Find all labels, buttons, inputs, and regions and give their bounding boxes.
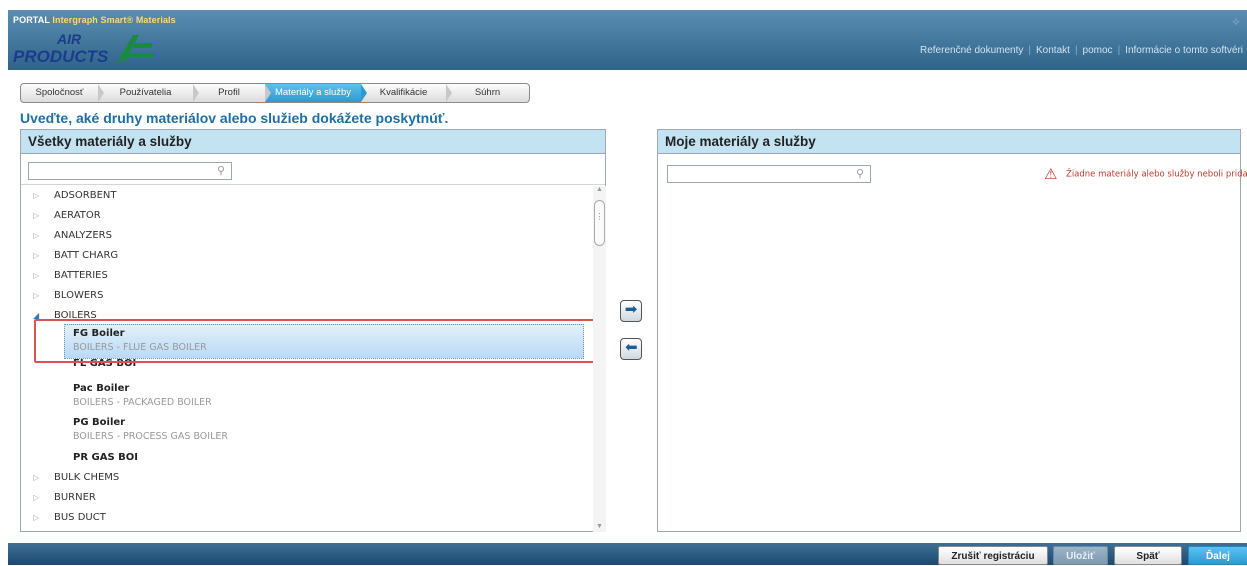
save-button[interactable]: Uložiť [1053, 546, 1108, 565]
cancel-registration-button[interactable]: Zrušiť registráciu [938, 546, 1048, 565]
all-materials-title: Všetky materiály a služby [21, 130, 605, 154]
step-summary[interactable]: Súhrn [446, 84, 529, 102]
wizard-steps: Spoločnosť Používatelia Profil Materiály… [20, 83, 530, 103]
link-about[interactable]: Informácie o tomto softvéri [1125, 45, 1243, 56]
scroll-thumb[interactable]: ⋮ [594, 200, 605, 246]
top-links: Referenčné dokumenty | Kontakt | pomoc | Infor… [920, 45, 1243, 56]
warning-icon: ⚠ [1044, 165, 1058, 183]
scroll-up-icon[interactable]: ▲ [596, 186, 603, 193]
list-item-pg-boiler[interactable]: PG Boiler BOILERS - PROCESS GAS BOILER [73, 416, 228, 443]
portal-label: PORTAL [13, 15, 50, 25]
link-help[interactable]: pomoc [1083, 45, 1113, 56]
settings-icon[interactable]: ✧ [1231, 15, 1245, 29]
selection-highlight-box [34, 319, 600, 363]
expand-icon[interactable]: ▷ [33, 266, 39, 286]
link-contact[interactable]: Kontakt [1036, 45, 1070, 56]
step-company[interactable]: Spoločnosť [21, 84, 104, 102]
arrow-right-icon: ➡ [624, 301, 638, 318]
expand-icon[interactable]: ▷ [33, 206, 39, 226]
step-materials-services[interactable]: Materiály a služby [265, 84, 367, 102]
empty-warning: ⚠ Žiadne materiály alebo služby neboli pr… [1044, 165, 1247, 183]
step-profile[interactable]: Profil [193, 84, 271, 102]
product-name: Intergraph Smart® Materials [52, 15, 176, 25]
my-materials-title: Moje materiály a služby [658, 130, 1240, 154]
my-materials-panel: Moje materiály a služby ⚲ ⚠ Žiadne materi… [657, 129, 1247, 532]
all-materials-search-input[interactable]: ⚲ [28, 162, 232, 180]
expand-icon[interactable]: ▷ [33, 186, 39, 206]
instruction-heading: Uveďte, aké druhy materiálov alebo služi… [20, 110, 449, 126]
arrow-left-icon: ➡ [624, 339, 638, 356]
scroll-down-icon[interactable]: ▼ [596, 523, 603, 530]
footer-bar: Zrušiť registráciu Uložiť Späť Ďalej [8, 543, 1247, 565]
list-item-pac-boiler[interactable]: Pac Boiler BOILERS - PACKAGED BOILER [73, 382, 212, 409]
step-qualifications[interactable]: Kvalifikácie [361, 84, 452, 102]
search-icon[interactable]: ⚲ [217, 164, 225, 177]
empty-warning-text: Žiadne materiály alebo služby neboli pri… [1066, 169, 1247, 180]
expand-icon[interactable]: ▷ [33, 286, 39, 306]
expand-icon[interactable]: ▷ [33, 226, 39, 246]
all-materials-panel: Všetky materiály a služby ⚲ ▷ ADSORBENT ▷… [20, 129, 606, 532]
tree-scrollbar[interactable]: ▲ ⋮ ▼ [593, 186, 606, 532]
step-users[interactable]: Používatelia [98, 84, 199, 102]
list-item-pr-gas-boi[interactable]: PR GAS BOI [73, 451, 138, 465]
app-header: PORTAL Intergraph Smart® Materials AIR P… [8, 10, 1247, 70]
expand-icon[interactable]: ▷ [33, 508, 39, 528]
portal-title: PORTAL Intergraph Smart® Materials [13, 15, 176, 25]
svg-text:PRODUCTS: PRODUCTS [13, 47, 109, 65]
my-materials-search-input[interactable]: ⚲ [667, 165, 871, 183]
svg-text:AIR: AIR [56, 31, 82, 47]
expand-icon[interactable]: ▷ [33, 246, 39, 266]
air-products-logo: AIR PRODUCTS [13, 31, 155, 65]
back-button[interactable]: Späť [1114, 546, 1182, 565]
expand-icon[interactable]: ▷ [33, 468, 39, 488]
remove-item-button[interactable]: ➡ [620, 338, 642, 360]
search-icon[interactable]: ⚲ [856, 167, 864, 180]
next-button[interactable]: Ďalej [1188, 546, 1247, 565]
add-item-button[interactable]: ➡ [620, 300, 642, 322]
expand-icon[interactable]: ▷ [33, 488, 39, 508]
link-reference-docs[interactable]: Referenčné dokumenty [920, 45, 1023, 56]
